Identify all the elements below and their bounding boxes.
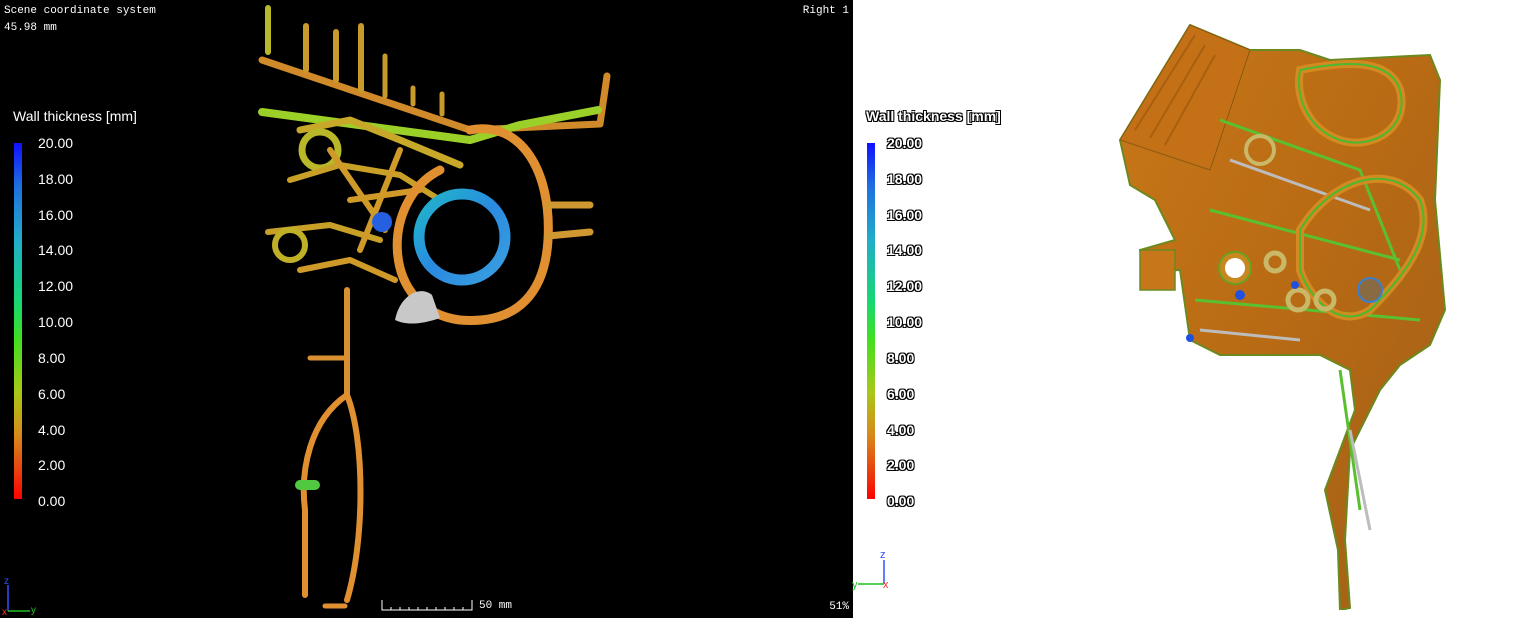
legend-tick-labels-3d: 20.00 18.00 16.00 14.00 12.00 10.00 8.00… [887,135,947,509]
legend-tick: 14.00 [887,242,923,258]
legend-tick: 12.00 [887,278,923,294]
axis-z-label: z [4,576,9,587]
legend-tick: 2.00 [887,457,915,473]
legend-tick: 0.00 [887,493,915,509]
cross-section-part [258,5,611,609]
axis-y-label: y [852,579,858,591]
legend-tick: 4.00 [887,422,915,438]
legend-title-3d: Wall thickness [mm] [866,108,1001,124]
axis-y-label: y [31,605,36,616]
axis-z-label: z [880,549,886,561]
legend-tick: 8.00 [887,350,915,366]
axis-x-label: x [2,607,7,618]
axis-x-label: x [883,579,889,591]
legend-tick: 20.00 [887,135,923,151]
axes-triad-3d: z x y [852,549,889,591]
scale-bar [381,600,473,611]
zoom-level-readout: 51% [829,601,849,613]
legend-tick: 16.00 [887,207,923,223]
legend-tick: 18.00 [887,171,923,187]
axes-triad: z x y [2,576,36,618]
scale-bar-label: 50 mm [479,600,513,612]
legend-tick: 10.00 [887,314,923,330]
cross-section-viewport[interactable]: Scene coordinate system 45.98 mm Right 1… [0,0,853,618]
3d-part-model[interactable] [1100,10,1460,610]
legend-color-bar-3d [867,143,875,499]
legend-tick: 6.00 [887,386,915,402]
